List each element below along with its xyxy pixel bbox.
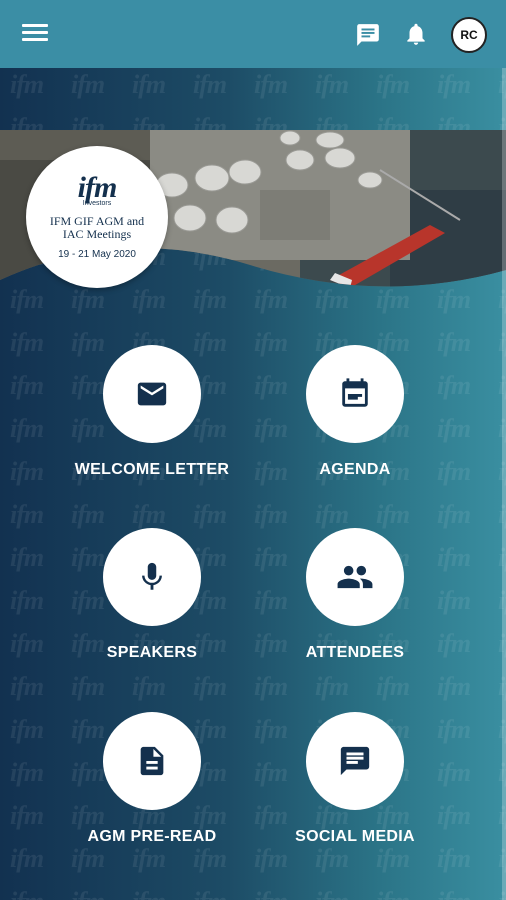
- watermark-logo: ifm: [71, 70, 105, 99]
- watermark-logo: ifm: [376, 672, 410, 701]
- watermark-logo: ifm: [193, 844, 227, 873]
- tile-label: AGENDA: [319, 461, 391, 478]
- watermark-logo: ifm: [254, 844, 288, 873]
- watermark-logo: ifm: [10, 629, 44, 658]
- tile-label: SOCIAL MEDIA: [295, 828, 415, 845]
- watermark-logo: ifm: [10, 715, 44, 744]
- app-bar: RC: [0, 0, 506, 68]
- watermark-logo: ifm: [10, 500, 44, 529]
- watermark-logo: ifm: [10, 758, 44, 787]
- watermark-logo: ifm: [132, 500, 166, 529]
- watermark-logo: ifm: [71, 887, 105, 900]
- watermark-logo: ifm: [437, 887, 471, 900]
- watermark-logo: ifm: [437, 672, 471, 701]
- watermark-logo: ifm: [132, 887, 166, 900]
- watermark-logo: ifm: [10, 543, 44, 572]
- watermark-logo: ifm: [315, 70, 349, 99]
- tile-agm-pre-read[interactable]: AGM PRE-READ: [52, 712, 252, 846]
- watermark-logo: ifm: [437, 500, 471, 529]
- tile-circle[interactable]: [306, 345, 404, 443]
- watermark-logo: ifm: [315, 887, 349, 900]
- watermark-logo: ifm: [71, 672, 105, 701]
- ifm-logo: ifm: [77, 171, 118, 204]
- tile-social-media[interactable]: SOCIAL MEDIA: [255, 712, 455, 846]
- watermark-logo: ifm: [71, 500, 105, 529]
- watermark-logo: ifm: [254, 500, 288, 529]
- watermark-logo: ifm: [10, 70, 44, 99]
- watermark-logo: ifm: [376, 500, 410, 529]
- watermark-logo: ifm: [254, 887, 288, 900]
- tile-label: WELCOME LETTER: [74, 461, 230, 478]
- watermark-logo: ifm: [10, 328, 44, 357]
- watermark-logo: ifm: [376, 844, 410, 873]
- watermark-logo: ifm: [193, 500, 227, 529]
- watermark-logo: ifm: [193, 70, 227, 99]
- watermark-logo: ifm: [437, 844, 471, 873]
- logo-subtext: Investors: [82, 200, 112, 207]
- user-avatar[interactable]: RC: [451, 17, 487, 53]
- watermark-logo: ifm: [315, 672, 349, 701]
- watermark-logo: ifm: [132, 70, 166, 99]
- watermark-logo: ifm: [376, 70, 410, 99]
- bell-icon[interactable]: [403, 20, 429, 48]
- envelope-icon: [137, 382, 167, 406]
- tile-circle[interactable]: [103, 528, 201, 626]
- tile-label: AGM PRE-READ: [87, 828, 217, 845]
- tile-attendees[interactable]: ATTENDEES: [255, 528, 455, 662]
- microphone-icon: [142, 562, 162, 590]
- watermark-logo: ifm: [376, 887, 410, 900]
- hamburger-menu-icon[interactable]: [22, 24, 48, 44]
- tile-circle[interactable]: [103, 712, 201, 810]
- watermark-logo: ifm: [71, 844, 105, 873]
- document-icon: [140, 746, 164, 776]
- tile-agenda[interactable]: AGENDA: [255, 345, 455, 479]
- watermark-logo: ifm: [132, 844, 166, 873]
- tile-circle[interactable]: [103, 345, 201, 443]
- scroll-edge: [502, 68, 506, 900]
- watermark-logo: ifm: [10, 371, 44, 400]
- watermark-logo: ifm: [437, 70, 471, 99]
- watermark-logo: ifm: [10, 457, 44, 486]
- watermark-logo: ifm: [10, 586, 44, 615]
- message-icon: [340, 746, 370, 776]
- tile-label: ATTENDEES: [305, 644, 405, 661]
- tile-label: SPEAKERS: [106, 644, 198, 661]
- calendar-note-icon: [342, 378, 368, 407]
- tile-speakers[interactable]: SPEAKERS: [52, 528, 252, 662]
- watermark-logo: ifm: [315, 844, 349, 873]
- watermark-logo: ifm: [315, 500, 349, 529]
- watermark-logo: ifm: [10, 414, 44, 443]
- chat-icon[interactable]: [354, 22, 382, 48]
- watermark-logo: ifm: [132, 672, 166, 701]
- watermark-logo: ifm: [10, 672, 44, 701]
- event-dates: 19 - 21 May 2020: [58, 249, 136, 260]
- tile-welcome-letter[interactable]: WELCOME LETTER: [52, 345, 252, 479]
- people-icon: [337, 565, 373, 589]
- watermark-logo: ifm: [193, 672, 227, 701]
- tile-circle[interactable]: [306, 712, 404, 810]
- event-badge: ifm Investors IFM GIF AGM and IAC Meetin…: [26, 146, 168, 288]
- watermark-logo: ifm: [193, 887, 227, 900]
- event-title: IFM GIF AGM and IAC Meetings: [49, 214, 145, 241]
- watermark-logo: ifm: [254, 70, 288, 99]
- watermark-logo: ifm: [10, 887, 44, 900]
- watermark-logo: ifm: [254, 672, 288, 701]
- tile-circle[interactable]: [306, 528, 404, 626]
- watermark-logo: ifm: [10, 801, 44, 830]
- watermark-logo: ifm: [10, 844, 44, 873]
